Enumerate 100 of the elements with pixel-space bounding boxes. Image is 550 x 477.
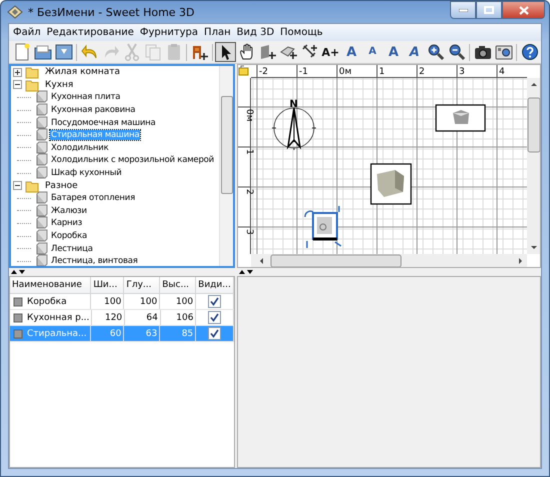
catalog-item[interactable]: Лестница, винтовая: [50, 256, 139, 266]
new-icon: [12, 43, 30, 61]
save-button[interactable]: [53, 42, 74, 62]
column-header[interactable]: Ши...: [91, 277, 124, 293]
visible-checkbox[interactable]: [208, 295, 222, 308]
ruler-label: 3: [459, 67, 465, 77]
catalog-item[interactable]: Батарея отопления: [50, 193, 136, 204]
minimize-icon: [458, 8, 468, 12]
sink-piece[interactable]: [435, 104, 486, 132]
table-cell: 63: [124, 326, 160, 341]
labels-button[interactable]: A+: [320, 42, 341, 62]
maximize-button[interactable]: [476, 1, 502, 19]
furniture-icon: [34, 216, 48, 230]
catalog-item[interactable]: Коробка: [50, 231, 88, 242]
table-row[interactable]: Коробка 100 100 100: [10, 294, 234, 310]
vertical-scrollbar[interactable]: [219, 66, 233, 266]
table-row[interactable]: Кухонная р... 120 64 106: [10, 310, 234, 326]
catalog-item[interactable]: Посудомоечная машина: [50, 118, 157, 128]
splitter-arrows-icon[interactable]: [239, 270, 253, 274]
save-icon: [54, 43, 72, 61]
maximize-icon: [484, 6, 494, 14]
open-icon: [34, 43, 52, 61]
table-cell: 85: [160, 326, 196, 341]
category-label[interactable]: Кухня: [44, 80, 74, 90]
table-cell: 120: [92, 310, 126, 325]
column-header[interactable]: Види...: [196, 277, 234, 293]
help-icon: [520, 43, 538, 61]
vertical-scrollbar[interactable]: [527, 78, 540, 254]
help-button[interactable]: [519, 42, 540, 62]
menu-item[interactable]: Файл: [10, 27, 44, 38]
close-button[interactable]: [502, 1, 545, 19]
compass-north-label: N: [290, 99, 298, 110]
table-cell: 60: [91, 326, 124, 341]
furniture-icon: [12, 296, 24, 308]
table-cell: Кухонная р...: [27, 312, 90, 322]
column-header[interactable]: Наименование: [10, 277, 92, 293]
ruler-label: 2: [419, 67, 425, 77]
compass-drawing[interactable]: [272, 107, 316, 150]
video-icon: [494, 43, 512, 61]
visible-checkbox[interactable]: [208, 311, 222, 324]
ruler-label: 1: [379, 67, 385, 77]
copy-icon: [144, 43, 162, 61]
zoom-out-icon: [448, 43, 466, 61]
floor-plan[interactable]: -2 -1 0м 1 2 3 4 0м 1 2 3 N: [237, 64, 541, 268]
bold-button[interactable]: A: [383, 42, 404, 62]
undo-icon: [80, 43, 98, 61]
lock-icon[interactable]: [238, 66, 248, 76]
select-button[interactable]: [215, 42, 236, 62]
ruler-label: 0м: [339, 67, 352, 77]
folder-icon: [25, 66, 39, 80]
menu-item[interactable]: План: [201, 27, 234, 38]
catalog-item[interactable]: Лестница: [50, 244, 94, 254]
box-piece[interactable]: [370, 163, 412, 205]
furniture-icon: [34, 254, 48, 266]
catalog-item[interactable]: Жалюзи: [50, 206, 88, 216]
furniture-icon: [34, 166, 48, 180]
italic-button[interactable]: A: [404, 42, 425, 62]
minimize-button[interactable]: [450, 1, 476, 19]
washing-machine-piece[interactable]: [304, 205, 342, 249]
menu-item[interactable]: Помощь: [277, 27, 326, 38]
catalog-item[interactable]: Кухонная плита: [50, 92, 122, 102]
table-cell: 100: [160, 294, 196, 309]
text-bigger-button[interactable]: A: [341, 42, 362, 62]
catalog-item[interactable]: Холодильник: [50, 142, 110, 153]
menu-item[interactable]: Фурнитура: [136, 27, 202, 38]
furniture-icon: [34, 128, 48, 142]
horizontal-scrollbar[interactable]: [251, 254, 527, 267]
furniture-icon: [34, 191, 48, 206]
furniture-icon: [34, 90, 48, 104]
window-title: * БезИмени - Sweet Home 3D: [28, 6, 196, 18]
ruler-label: 4: [499, 67, 505, 77]
table-cell: Коробка: [27, 296, 67, 306]
visible-checkbox[interactable]: [208, 327, 222, 340]
ruler-label: 0м: [244, 109, 254, 122]
column-header[interactable]: Глу...: [124, 277, 160, 293]
category-label[interactable]: Жилая комната: [44, 67, 121, 78]
ruler-label: -1: [299, 67, 308, 77]
expander-icon[interactable]: [13, 80, 22, 90]
menu-item[interactable]: Редактирование: [44, 27, 137, 38]
splitter-arrows-icon[interactable]: [11, 270, 25, 274]
table-cell: Стиральна...: [27, 328, 87, 338]
folder-icon: [25, 178, 39, 193]
table-cell: 106: [160, 310, 196, 325]
ruler-label: -2: [259, 67, 268, 77]
column-header[interactable]: Выс...: [160, 277, 196, 293]
menu-item[interactable]: Вид 3D: [234, 27, 278, 38]
category-label[interactable]: Разное: [44, 180, 79, 191]
catalog-item[interactable]: Холодильник с морозильной камерой: [50, 155, 215, 166]
table-cell: 100: [91, 294, 124, 309]
furniture-icon: [34, 103, 48, 118]
catalog-item[interactable]: Шкаф кухонный: [50, 168, 123, 178]
close-icon: [518, 6, 528, 14]
catalog-item[interactable]: Карниз: [50, 218, 84, 228]
table-cell: 64: [125, 310, 161, 325]
text-smaller-button[interactable]: A: [362, 42, 383, 62]
zoom-in-icon: [426, 43, 444, 61]
expander-icon[interactable]: [13, 181, 22, 190]
add-furniture-icon: [190, 43, 208, 61]
expander-icon[interactable]: [13, 68, 22, 77]
catalog-item[interactable]: Кухонная раковина: [50, 105, 136, 116]
